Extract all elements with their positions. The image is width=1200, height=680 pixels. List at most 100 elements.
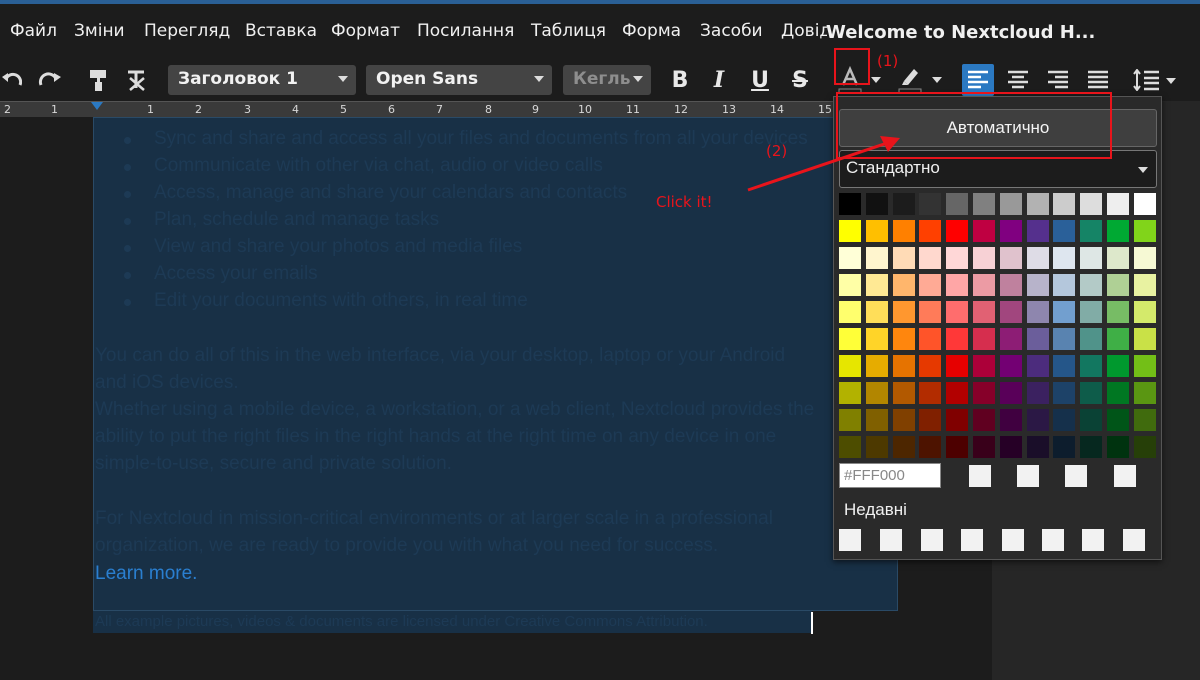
color-swatch[interactable] [865, 382, 888, 404]
redo-icon[interactable] [34, 64, 66, 96]
color-swatch[interactable] [892, 247, 915, 269]
color-swatch[interactable] [1053, 193, 1076, 215]
color-swatch[interactable] [919, 436, 942, 458]
color-swatch[interactable] [1107, 355, 1129, 377]
menu-format[interactable]: Формат [331, 21, 400, 41]
color-swatch[interactable] [1026, 193, 1049, 215]
color-swatch[interactable] [919, 301, 942, 323]
list-item[interactable]: Sync and share and access all your files… [154, 128, 808, 150]
menu-edit[interactable]: Зміни [74, 21, 125, 41]
color-swatch[interactable] [1053, 301, 1076, 323]
recent-color-swatch[interactable] [880, 529, 902, 551]
line-spacing-icon[interactable] [1130, 64, 1180, 96]
color-swatch[interactable] [839, 409, 861, 431]
color-swatch[interactable] [865, 247, 888, 269]
color-swatch[interactable] [946, 436, 969, 458]
color-swatch[interactable] [919, 382, 942, 404]
menu-view[interactable]: Перегляд [144, 21, 230, 41]
color-swatch[interactable] [839, 436, 861, 458]
color-swatch[interactable] [865, 409, 888, 431]
color-swatch[interactable] [973, 409, 995, 431]
color-swatch[interactable] [1133, 436, 1156, 458]
color-swatch[interactable] [973, 193, 995, 215]
color-swatch[interactable] [1026, 301, 1049, 323]
color-swatch[interactable] [839, 355, 861, 377]
paragraph-line[interactable]: ability to put the right files in the ri… [95, 426, 776, 448]
color-swatch[interactable] [946, 193, 969, 215]
recent-color-swatch[interactable] [1123, 529, 1145, 551]
menu-form[interactable]: Форма [622, 21, 681, 41]
paragraph-line[interactable]: and iOS devices. [95, 372, 239, 394]
color-swatch[interactable] [839, 328, 861, 350]
footnote-text[interactable]: All example pictures, videos & documents… [95, 613, 708, 630]
color-swatch[interactable] [839, 220, 861, 242]
color-swatch[interactable] [1080, 247, 1103, 269]
custom-color-swatch[interactable] [1114, 465, 1136, 487]
custom-color-swatch[interactable] [969, 465, 991, 487]
color-swatch[interactable] [946, 220, 969, 242]
color-swatch[interactable] [946, 328, 969, 350]
color-swatch[interactable] [999, 436, 1022, 458]
color-swatch[interactable] [892, 328, 915, 350]
recent-color-swatch[interactable] [961, 529, 983, 551]
menu-insert[interactable]: Вставка [245, 21, 317, 41]
recent-color-swatch[interactable] [839, 529, 861, 551]
color-swatch[interactable] [999, 328, 1022, 350]
color-swatch[interactable] [1133, 382, 1156, 404]
color-swatch[interactable] [892, 436, 915, 458]
paragraph-line[interactable]: For Nextcloud in mission-critical enviro… [95, 508, 773, 530]
recent-color-swatch[interactable] [1042, 529, 1064, 551]
color-swatch[interactable] [1053, 382, 1076, 404]
color-swatch[interactable] [1026, 382, 1049, 404]
color-swatch[interactable] [919, 355, 942, 377]
list-item[interactable]: Access, manage and share your calendars … [154, 182, 627, 204]
custom-color-swatch[interactable] [1017, 465, 1039, 487]
color-swatch[interactable] [1080, 301, 1103, 323]
paragraph-style-combo[interactable]: Заголовок 1 [168, 65, 356, 95]
list-item[interactable]: Communicate with other via chat, audio o… [154, 155, 603, 177]
color-swatch[interactable] [1026, 247, 1049, 269]
color-swatch[interactable] [1053, 274, 1076, 296]
recent-color-swatch[interactable] [1082, 529, 1104, 551]
color-swatch[interactable] [1053, 220, 1076, 242]
indent-marker-icon[interactable] [91, 102, 103, 110]
color-swatch[interactable] [1133, 220, 1156, 242]
color-swatch[interactable] [919, 328, 942, 350]
color-swatch[interactable] [999, 409, 1022, 431]
color-swatch[interactable] [999, 382, 1022, 404]
paragraph-line[interactable]: Whether using a mobile device, a worksta… [95, 399, 814, 421]
color-swatch[interactable] [1133, 301, 1156, 323]
color-swatch[interactable] [999, 301, 1022, 323]
color-swatch[interactable] [892, 301, 915, 323]
color-swatch[interactable] [919, 409, 942, 431]
color-swatch[interactable] [999, 193, 1022, 215]
color-swatch[interactable] [1107, 301, 1129, 323]
color-swatch[interactable] [946, 247, 969, 269]
color-swatch[interactable] [1133, 355, 1156, 377]
color-swatch[interactable] [1053, 436, 1076, 458]
color-swatch[interactable] [839, 382, 861, 404]
hex-color-input[interactable]: #FFF000 [839, 463, 941, 488]
color-swatch[interactable] [892, 274, 915, 296]
paragraph-line[interactable]: organization, we are ready to provide yo… [95, 535, 718, 557]
color-swatch[interactable] [919, 274, 942, 296]
color-swatch[interactable] [999, 355, 1022, 377]
color-swatch[interactable] [919, 220, 942, 242]
color-swatch[interactable] [1133, 274, 1156, 296]
color-swatch[interactable] [1053, 328, 1076, 350]
color-swatch[interactable] [919, 193, 942, 215]
italic-icon[interactable]: I [703, 64, 735, 96]
color-swatch[interactable] [1053, 355, 1076, 377]
list-item[interactable]: Plan, schedule and manage tasks [154, 209, 439, 231]
color-swatch[interactable] [839, 301, 861, 323]
color-swatch[interactable] [946, 409, 969, 431]
color-swatch[interactable] [839, 247, 861, 269]
recent-color-swatch[interactable] [921, 529, 943, 551]
color-swatch[interactable] [999, 247, 1022, 269]
menu-help[interactable]: Довідка [781, 21, 827, 41]
custom-color-swatch[interactable] [1065, 465, 1087, 487]
learn-more-link[interactable]: Learn more. [95, 563, 197, 585]
color-swatch[interactable] [1080, 193, 1103, 215]
color-swatch[interactable] [1107, 409, 1129, 431]
strikethrough-icon[interactable]: S [784, 64, 816, 96]
